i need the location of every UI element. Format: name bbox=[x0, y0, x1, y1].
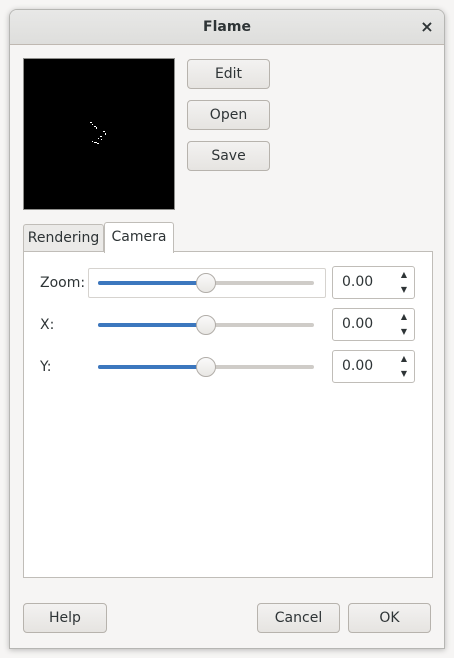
y-slider-knob[interactable] bbox=[196, 357, 216, 377]
x-slider-fill bbox=[98, 323, 206, 327]
cancel-button[interactable]: Cancel bbox=[257, 603, 340, 633]
zoom-spin-field[interactable]: 0.00 ▲ ▼ bbox=[332, 266, 415, 299]
x-decrement-icon[interactable]: ▼ bbox=[396, 325, 412, 339]
y-increment-icon[interactable]: ▲ bbox=[396, 352, 412, 366]
zoom-increment-icon[interactable]: ▲ bbox=[396, 268, 412, 282]
x-value[interactable]: 0.00 bbox=[342, 309, 373, 340]
x-label: X: bbox=[40, 317, 55, 333]
flame-dialog: Flame × Edit Open Save Rendering Camera bbox=[9, 9, 445, 649]
x-increment-icon[interactable]: ▲ bbox=[396, 310, 412, 324]
x-slider-knob[interactable] bbox=[196, 315, 216, 335]
zoom-slider-fill bbox=[98, 281, 206, 285]
zoom-slider-knob[interactable] bbox=[196, 273, 216, 293]
flame-preview bbox=[23, 58, 175, 210]
save-button[interactable]: Save bbox=[187, 141, 270, 171]
close-icon[interactable]: × bbox=[416, 16, 438, 38]
flame-preview-image bbox=[90, 122, 106, 144]
open-button[interactable]: Open bbox=[187, 100, 270, 130]
zoom-label: Zoom: bbox=[40, 275, 86, 291]
help-button[interactable]: Help bbox=[23, 603, 107, 633]
x-spin-field[interactable]: 0.00 ▲ ▼ bbox=[332, 308, 415, 341]
edit-button[interactable]: Edit bbox=[187, 59, 270, 89]
y-slider-fill bbox=[98, 365, 206, 369]
zoom-decrement-icon[interactable]: ▼ bbox=[396, 283, 412, 297]
camera-panel: Zoom: 0.00 ▲ ▼ X: 0.00 ▲ ▼ Y: 0.00 ▲ ▼ bbox=[23, 251, 433, 578]
ok-button[interactable]: OK bbox=[348, 603, 431, 633]
title-bar[interactable]: Flame × bbox=[10, 10, 444, 45]
tab-rendering[interactable]: Rendering bbox=[23, 224, 104, 252]
y-label: Y: bbox=[40, 359, 52, 375]
y-decrement-icon[interactable]: ▼ bbox=[396, 367, 412, 381]
y-value[interactable]: 0.00 bbox=[342, 351, 373, 382]
dialog-title: Flame bbox=[203, 19, 251, 35]
y-spin-field[interactable]: 0.00 ▲ ▼ bbox=[332, 350, 415, 383]
tab-camera[interactable]: Camera bbox=[104, 222, 174, 253]
zoom-value[interactable]: 0.00 bbox=[342, 267, 373, 298]
